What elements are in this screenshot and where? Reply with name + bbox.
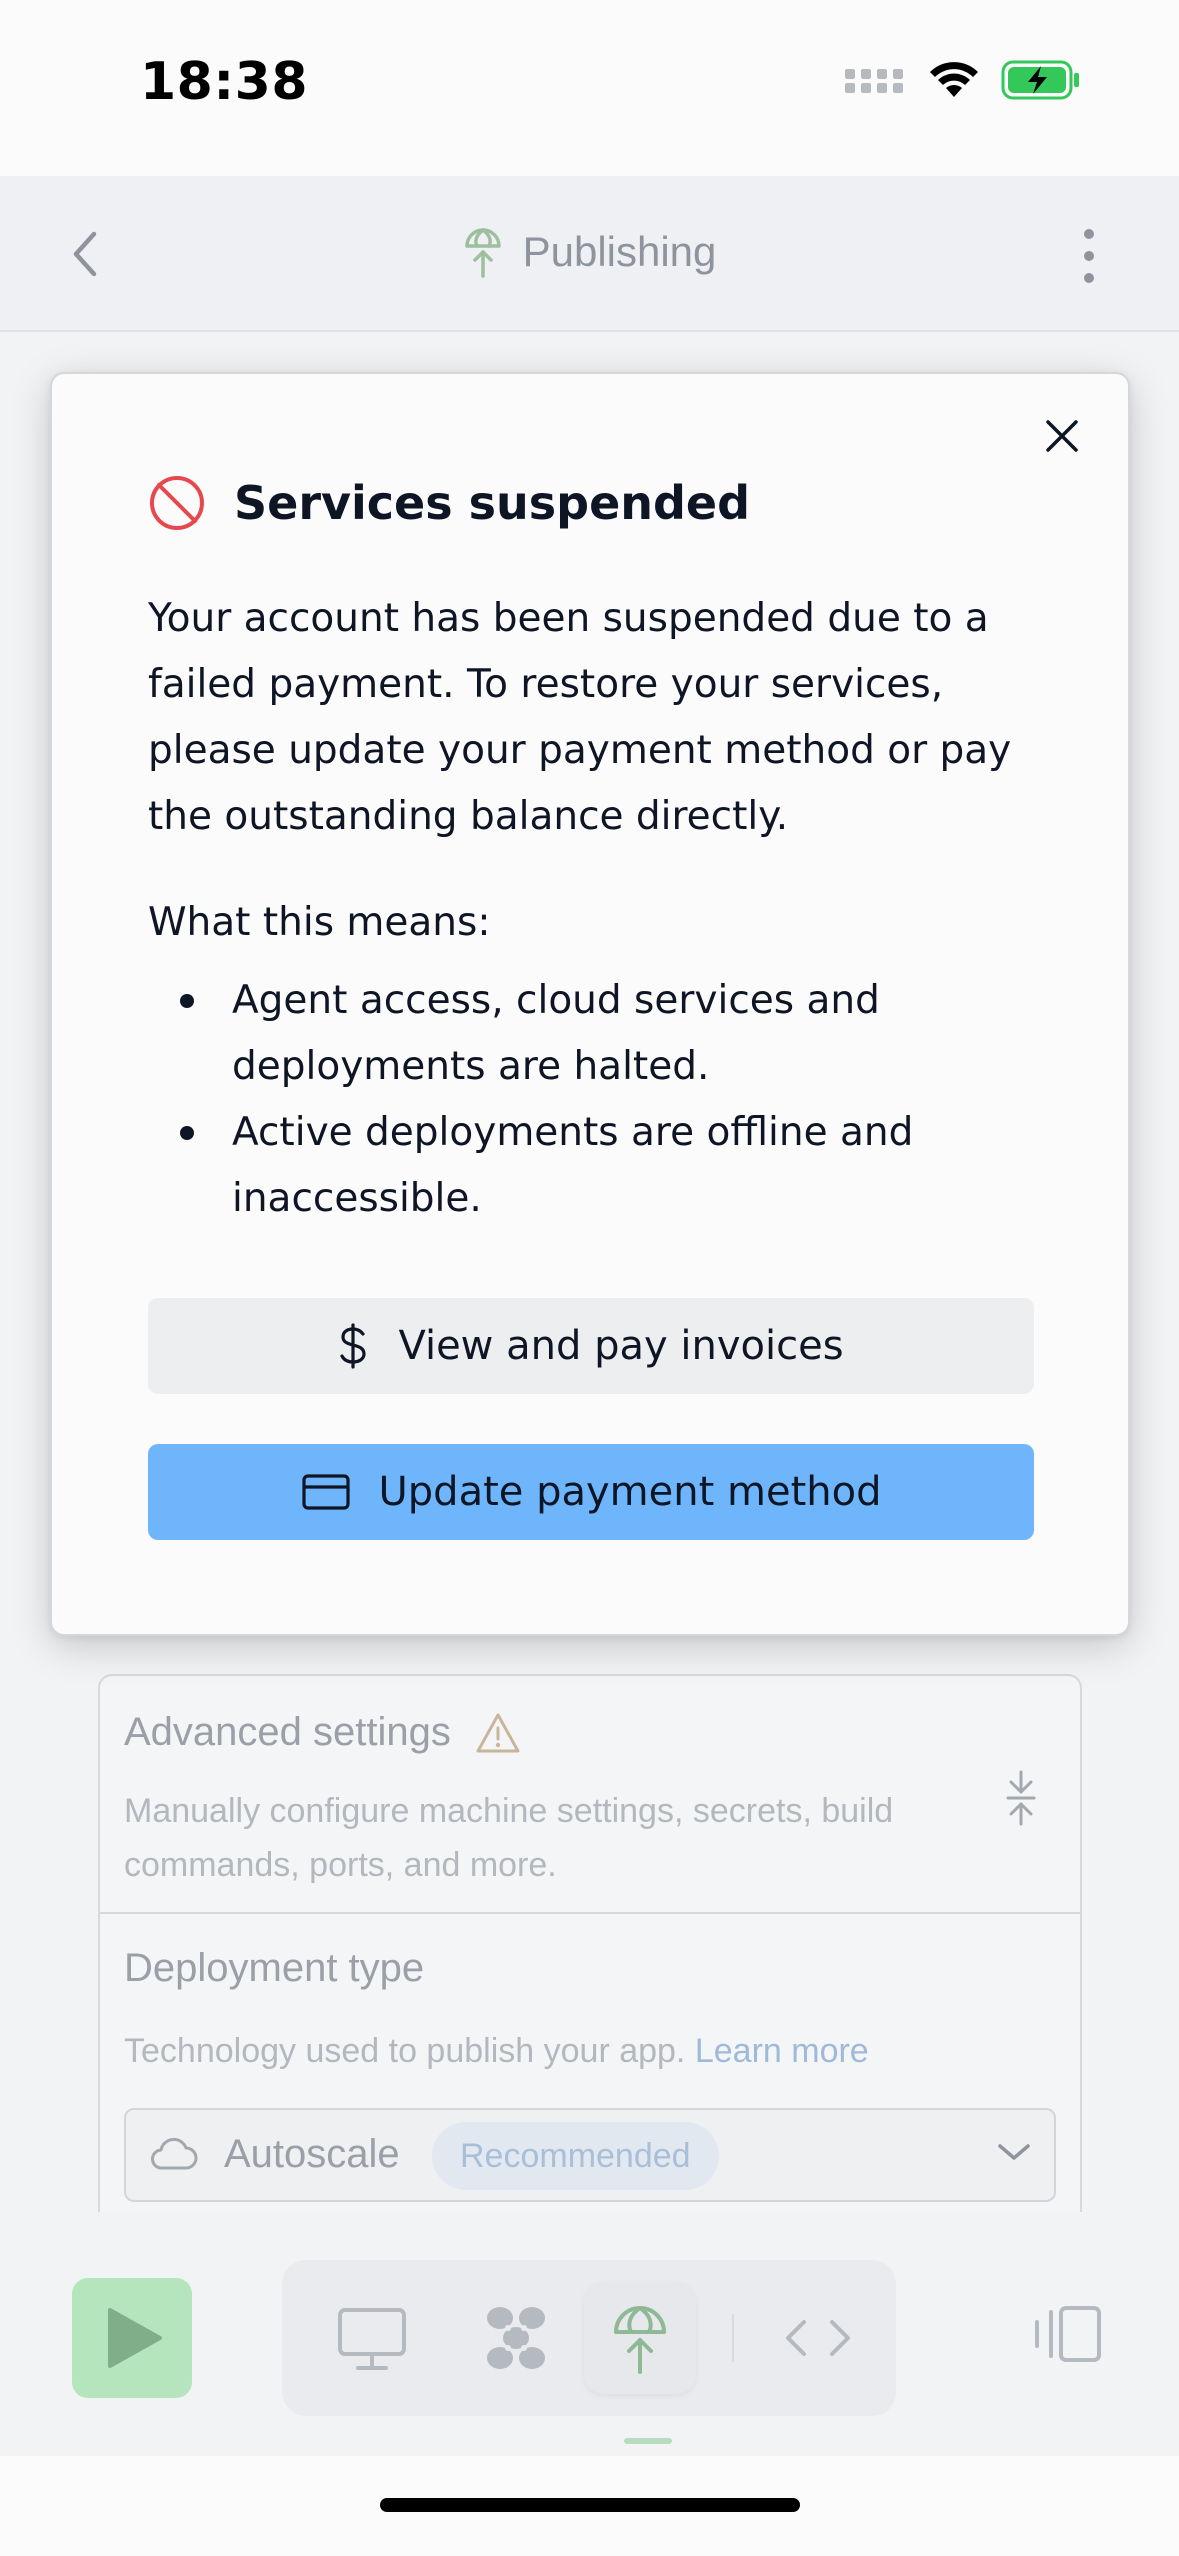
cellular-signal-icon xyxy=(845,65,907,100)
learn-more-link[interactable]: Learn more xyxy=(695,2032,869,2070)
publishing-icon xyxy=(464,228,501,278)
code-tab[interactable] xyxy=(762,2282,874,2394)
panel-toggle-button[interactable] xyxy=(1031,2304,1103,2369)
recommended-badge: Recommended xyxy=(432,2122,719,2190)
consequence-list: Agent access, cloud services and deploym… xyxy=(148,968,1048,1232)
prohibited-icon xyxy=(150,476,204,530)
suspension-modal: Services suspended Your account has been… xyxy=(50,372,1130,1636)
update-payment-button[interactable]: Update payment method xyxy=(148,1444,1034,1540)
warning-icon xyxy=(476,1713,520,1752)
active-tab-indicator xyxy=(624,2438,672,2444)
app-header: Publishing xyxy=(0,176,1179,332)
code-icon xyxy=(786,2320,850,2356)
chevron-down-icon xyxy=(998,2144,1030,2160)
wifi-icon xyxy=(929,61,979,104)
status-bar: 18:38 xyxy=(0,0,1179,176)
panel-icon xyxy=(1035,2306,1101,2362)
means-label: What this means: xyxy=(148,900,491,945)
publishing-tab[interactable] xyxy=(584,2282,696,2394)
view-invoices-button[interactable]: View and pay invoices xyxy=(148,1298,1034,1394)
update-payment-label: Update payment method xyxy=(378,1469,882,1515)
more-options-button[interactable] xyxy=(1069,224,1109,288)
deployment-type-description: Technology used to publish your app. Lea… xyxy=(124,2032,869,2070)
workspace-icon xyxy=(487,2307,545,2369)
dollar-icon xyxy=(340,1323,367,1369)
modal-title: Services suspended xyxy=(234,476,751,530)
settings-card: Advanced settings Manually configure mac… xyxy=(98,1674,1082,2214)
header-title-text: Publishing xyxy=(522,228,717,275)
tool-group xyxy=(282,2260,896,2416)
modal-body: Your account has been suspended due to a… xyxy=(148,596,1012,839)
bottom-toolbar xyxy=(0,2212,1179,2456)
workspace-tab[interactable] xyxy=(460,2282,572,2394)
cloud-icon xyxy=(151,2137,198,2170)
deployment-type-value: Autoscale xyxy=(224,2132,400,2176)
preview-tab[interactable] xyxy=(316,2282,428,2394)
toolbar-separator xyxy=(732,2314,734,2362)
view-invoices-label: View and pay invoices xyxy=(398,1323,844,1369)
list-item: Active deployments are offline and inacc… xyxy=(148,1100,1048,1232)
publishing-icon xyxy=(614,2306,666,2374)
advanced-settings-title: Advanced settings xyxy=(124,1710,521,1755)
status-time: 18:38 xyxy=(140,52,309,112)
credit-card-icon xyxy=(301,1474,350,1510)
run-button[interactable] xyxy=(72,2278,192,2398)
modal-header: Services suspended xyxy=(148,474,750,532)
home-indicator-area xyxy=(0,2456,1179,2556)
monitor-icon xyxy=(338,2308,406,2370)
advanced-settings-description: Manually configure machine settings, sec… xyxy=(124,1792,894,1884)
play-icon xyxy=(108,2308,162,2368)
page-title: Publishing xyxy=(0,226,1179,278)
close-icon xyxy=(1046,420,1078,452)
deployment-type-title: Deployment type xyxy=(124,1946,425,1990)
battery-charging-icon xyxy=(1001,60,1081,105)
status-icons xyxy=(845,60,1081,105)
advanced-settings-section[interactable]: Advanced settings Manually configure mac… xyxy=(100,1676,1080,1914)
close-button[interactable] xyxy=(1040,414,1084,458)
deployment-type-select[interactable]: Autoscale Recommended xyxy=(124,2108,1056,2202)
collapse-icon[interactable] xyxy=(1004,1770,1038,1826)
list-item: Agent access, cloud services and deploym… xyxy=(148,968,1048,1100)
home-indicator[interactable] xyxy=(380,2498,800,2512)
more-vertical-icon xyxy=(1084,229,1094,283)
